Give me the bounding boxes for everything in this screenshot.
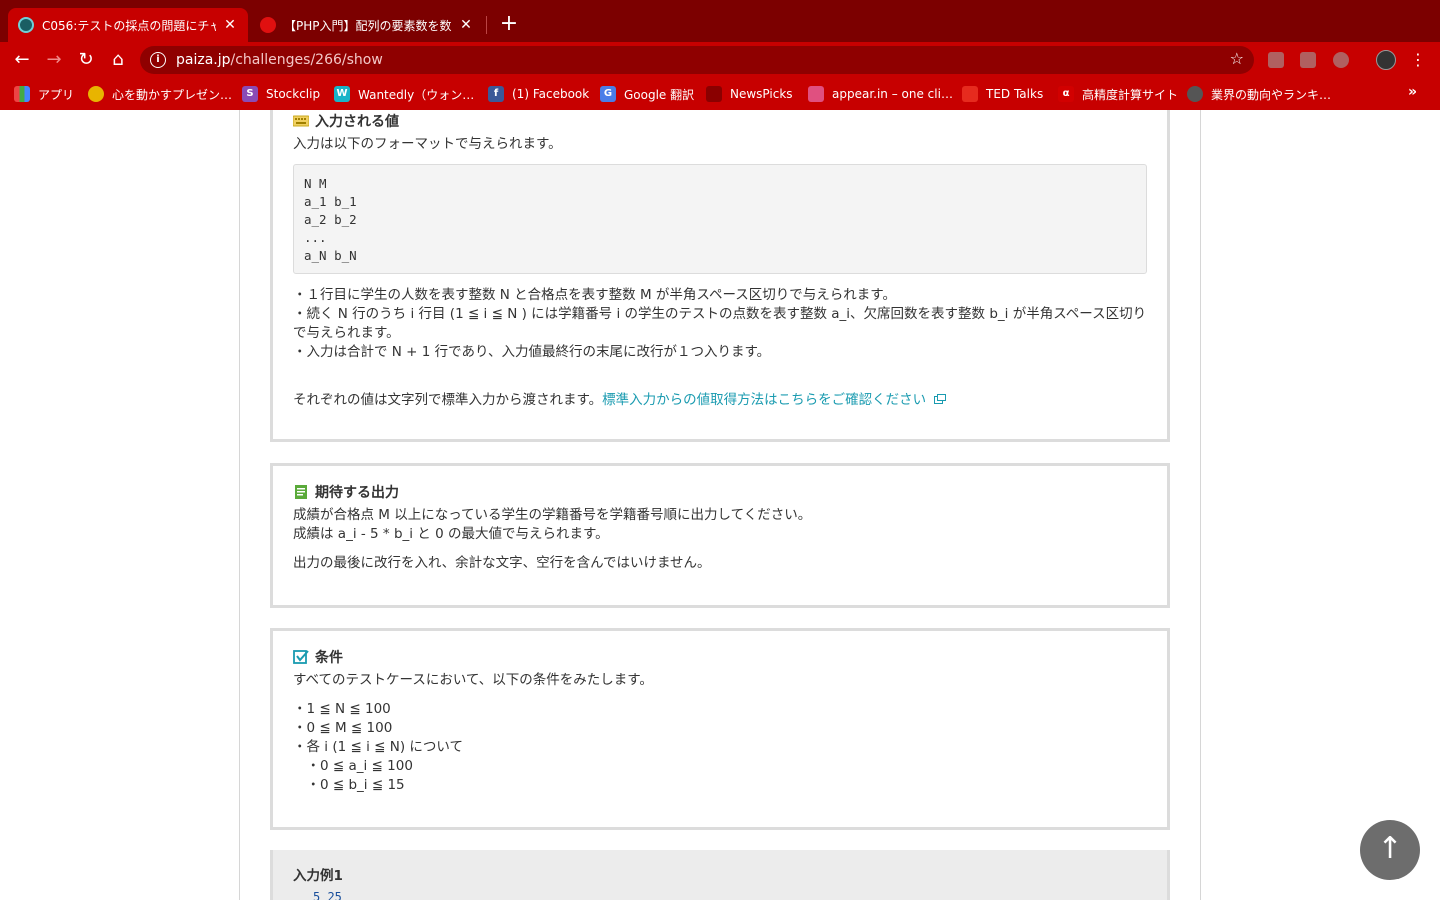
extension-chat-icon[interactable]	[1268, 52, 1284, 68]
checkbox-icon	[293, 650, 309, 664]
bookmark-keisan[interactable]: α 高精度計算サイト	[1058, 84, 1178, 104]
stdin-note: それぞれの値は文字列で標準入力から渡されます。標準入力からの値取得方法はこちらを…	[293, 391, 1147, 410]
chrome-menu-icon[interactable]: ⋮	[1410, 48, 1426, 72]
conditions-heading: 条件	[293, 647, 1147, 667]
forward-icon[interactable]: →	[42, 48, 66, 72]
bookmark-wantedly[interactable]: W Wantedly（ウォン…	[334, 84, 474, 104]
scroll-to-top-button[interactable]: ↑	[1360, 820, 1420, 880]
output-line: 成績が合格点 M 以上になっている学生の学籍番号を学籍番号順に出力してください。	[293, 507, 812, 523]
input-format-block: N M a_1 b_1 a_2 b_2 ... a_N b_N	[293, 164, 1147, 274]
url-path: /challenges/266/show	[230, 52, 383, 68]
reload-icon[interactable]: ↻	[74, 48, 98, 72]
bookmark-industry[interactable]: 業界の動向やランキ…	[1187, 84, 1331, 104]
bookmark-facebook[interactable]: f (1) Facebook	[488, 84, 589, 104]
bookmark-star-icon[interactable]: ☆	[1230, 49, 1244, 68]
bookmark-google-translate[interactable]: G Google 翻訳	[600, 84, 694, 104]
output-section-card: 期待する出力 成績が合格点 M 以上になっている学生の学籍番号を学籍番号順に出力…	[270, 463, 1170, 608]
browser-toolbar: ← → ↻ ⌂ i paiza.jp/challenges/266/show ☆…	[0, 42, 1440, 78]
new-tab-button[interactable]: +	[498, 12, 520, 36]
close-tab-icon[interactable]: ✕	[222, 17, 238, 33]
document-icon	[295, 485, 307, 499]
output-note: 出力の最後に改行を入れ、余計な文字、空行を含んではいけません。	[293, 555, 711, 571]
tab-php-array[interactable]: 【PHP入門】配列の要素数を数える ✕	[250, 8, 484, 42]
output-line: 成績は a_i - 5 * b_i と 0 の最大値で与えられます。	[293, 526, 609, 542]
bookmarks-overflow-icon[interactable]: »	[1408, 84, 1417, 100]
input-section-heading: 入力される値	[293, 111, 1147, 131]
close-tab-icon[interactable]: ✕	[458, 17, 474, 33]
bookmark-ted[interactable]: TED Talks	[962, 84, 1043, 104]
extension-facebook-icon[interactable]	[1300, 52, 1316, 68]
bookmark-stockclip[interactable]: S Stockclip	[242, 84, 320, 104]
input-bullet: ・１行目に学生の人数を表す整数 N と合格点を表す整数 M が半角スペース区切り…	[293, 287, 896, 303]
conditions-card: 条件 すべてのテストケースにおいて、以下の条件をみたします。 ・1 ≦ N ≦ …	[270, 628, 1170, 830]
newspicks-icon	[706, 86, 722, 102]
site-info-icon[interactable]: i	[150, 52, 166, 68]
sample-input-title: 入力例1	[293, 868, 343, 884]
bookmark-appear-in[interactable]: appear.in – one cli…	[808, 84, 953, 104]
profile-avatar[interactable]	[1376, 50, 1396, 70]
input-intro: 入力は以下のフォーマットで与えられます。	[293, 136, 562, 152]
keisan-icon: α	[1058, 86, 1074, 102]
page-content: 入力される値 入力は以下のフォーマットで与えられます。 N M a_1 b_1 …	[0, 110, 1440, 900]
tab-title: C056:テストの採点の問題にチャレ	[42, 18, 216, 33]
condition-item: ・0 ≦ b_i ≦ 15	[293, 777, 405, 793]
stdin-help-link[interactable]: 標準入力からの値取得方法はこちらをご確認ください	[602, 392, 926, 408]
tab-strip: C056:テストの採点の問題にチャレ ✕ 【PHP入門】配列の要素数を数える ✕…	[0, 0, 1440, 42]
keyboard-icon	[293, 115, 309, 127]
bookmark-newspicks[interactable]: NewsPicks	[706, 84, 793, 104]
back-icon[interactable]: ←	[10, 48, 34, 72]
ted-icon	[962, 86, 978, 102]
conditions-intro: すべてのテストケースにおいて、以下の条件をみたします。	[293, 672, 653, 688]
flower-icon	[88, 86, 104, 102]
google-translate-icon: G	[600, 86, 616, 102]
input-bullet: ・続く N 行のうち i 行目 (1 ≦ i ≦ N ) には学籍番号 i の学…	[293, 306, 1147, 341]
condition-item: ・0 ≦ M ≦ 100	[293, 720, 393, 736]
bookmark-presentation[interactable]: 心を動かすプレゼン…	[88, 84, 232, 104]
bookmarks-bar: アプリ 心を動かすプレゼン… S Stockclip W Wantedly（ウォン……	[0, 78, 1440, 110]
globe-icon	[1187, 86, 1203, 102]
php-favicon-icon	[260, 17, 276, 33]
condition-item: ・0 ≦ a_i ≦ 100	[293, 758, 413, 774]
output-section-heading: 期待する出力	[293, 482, 1147, 502]
appear-in-icon	[808, 86, 824, 102]
wantedly-icon: W	[334, 86, 350, 102]
facebook-icon: f	[488, 86, 504, 102]
address-bar[interactable]: i paiza.jp/challenges/266/show ☆	[140, 46, 1254, 74]
tab-paiza-challenge[interactable]: C056:テストの採点の問題にチャレ ✕	[8, 8, 248, 42]
url-host: paiza.jp	[176, 52, 231, 68]
condition-item: ・各 i (1 ≦ i ≦ N) について	[293, 739, 463, 755]
sample-input-card: 入力例1 5 25	[270, 850, 1170, 900]
input-section-card: 入力される値 入力は以下のフォーマットで与えられます。 N M a_1 b_1 …	[270, 110, 1170, 442]
sample-input-value: 5 25	[313, 890, 342, 900]
external-link-icon	[934, 394, 947, 404]
condition-item: ・1 ≦ N ≦ 100	[293, 701, 391, 717]
extension-line-icon[interactable]	[1333, 52, 1349, 68]
stockclip-icon: S	[242, 86, 258, 102]
apps-icon	[14, 86, 30, 102]
tab-divider	[486, 16, 487, 34]
paiza-favicon-icon	[18, 17, 34, 33]
bookmark-apps[interactable]: アプリ	[14, 84, 74, 104]
input-bullet: ・入力は合計で N + 1 行であり、入力値最終行の末尾に改行が１つ入ります。	[293, 344, 771, 360]
tab-title: 【PHP入門】配列の要素数を数える	[284, 18, 452, 33]
home-icon[interactable]: ⌂	[106, 48, 130, 72]
